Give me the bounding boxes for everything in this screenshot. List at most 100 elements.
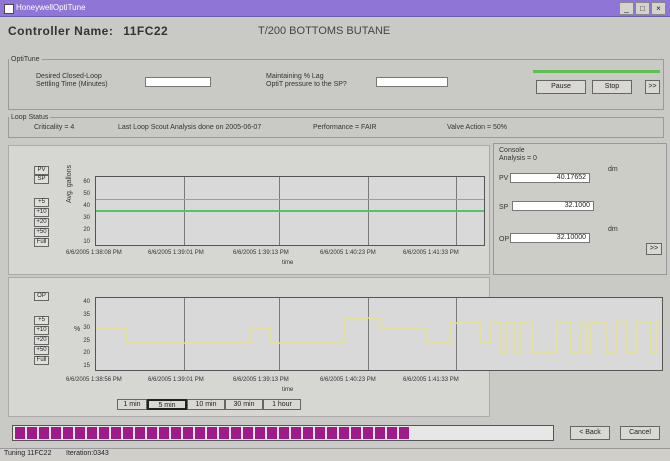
bottom-zoom-5[interactable]: +5 — [34, 316, 49, 325]
sp-toggle[interactable]: SP — [34, 175, 49, 184]
bottom-zoom-50[interactable]: +50 — [34, 346, 49, 355]
criticality-text: Criticality = 4 — [34, 124, 75, 131]
sp-trend-line — [96, 210, 484, 212]
bottom-x-tick: 6/6/2005 1:40:23 PM — [320, 377, 376, 383]
bottom-y-tick: 15 — [83, 363, 90, 369]
pause-button[interactable]: Pause — [536, 80, 586, 94]
window-title: HoneywellOptiTune — [16, 3, 86, 12]
progress-segment — [279, 427, 289, 439]
op-trend-line — [96, 317, 662, 354]
maximize-button[interactable]: □ — [635, 2, 650, 15]
top-zoom-10[interactable]: +10 — [34, 208, 49, 217]
controller-name: 11FC22 — [123, 24, 169, 38]
console-panel: Console Analysis = 0 PV 40.17652 dm SP 3… — [493, 143, 667, 275]
progress-segment — [231, 427, 241, 439]
op-toggle[interactable]: OP — [34, 292, 49, 301]
sp-label: SP — [499, 204, 509, 211]
progress-segment — [363, 427, 373, 439]
status-iteration: Iteration:0343 — [66, 450, 109, 457]
tuning-progress-bar — [12, 425, 554, 441]
progress-segment — [111, 427, 121, 439]
top-x-tick: 6/6/2005 1:40:23 PM — [320, 250, 376, 256]
title-bar: HoneywellOptiTune _ □ × — [0, 0, 670, 17]
bottom-zoom-20[interactable]: +20 — [34, 336, 49, 345]
progress-segment — [291, 427, 301, 439]
bottom-trend-plot — [95, 297, 663, 371]
close-button[interactable]: × — [651, 2, 666, 15]
progress-segment — [207, 427, 217, 439]
controller-description: T/200 BOTTOMS BUTANE — [258, 25, 391, 37]
optitune-more-button[interactable]: >> — [645, 80, 660, 94]
controller-label: Controller Name: — [8, 24, 114, 38]
top-x-tick: 6/6/2005 1:39:01 PM — [148, 250, 204, 256]
time-1min-button[interactable]: 1 min — [117, 399, 147, 410]
progress-segment — [27, 427, 37, 439]
optitune-legend: OptiTune — [11, 56, 40, 63]
status-bar: Tuning 11FC22 Iteration:0343 — [0, 448, 670, 461]
progress-segment — [339, 427, 349, 439]
cancel-button[interactable]: Cancel — [620, 426, 660, 440]
desired-label-1: Desired Closed-Loop — [36, 73, 102, 80]
top-zoom-5[interactable]: +5 — [34, 198, 49, 207]
top-x-tick: 6/6/2005 1:39:13 PM — [233, 250, 289, 256]
bottom-x-tick: 6/6/2005 1:41:33 PM — [403, 377, 459, 383]
last-scan-text: Last Loop Scout Analysis done on 2005-06… — [118, 124, 262, 131]
time-30min-button[interactable]: 30 min — [225, 399, 263, 410]
top-y-tick: 50 — [83, 191, 90, 197]
op-value: 32.10000 — [510, 233, 590, 243]
progress-segment — [123, 427, 133, 439]
progress-segment — [267, 427, 277, 439]
progress-segment — [351, 427, 361, 439]
bottom-x-tick: 6/6/2005 1:38:56 PM — [66, 377, 122, 383]
maintain-label-1: Maintaining % Lag — [266, 73, 324, 80]
top-x-tick: 6/6/2005 1:41:33 PM — [403, 250, 459, 256]
top-zoom-full[interactable]: Full — [34, 238, 49, 247]
console-more-button[interactable]: >> — [646, 243, 662, 255]
bottom-zoom-full[interactable]: Full — [34, 356, 49, 365]
progress-segment — [315, 427, 325, 439]
progress-segment — [135, 427, 145, 439]
top-zoom-20[interactable]: +20 — [34, 218, 49, 227]
op-label: OP — [499, 236, 510, 243]
minimize-button[interactable]: _ — [619, 2, 634, 15]
progress-segment — [195, 427, 205, 439]
pv-toggle[interactable]: PV — [34, 166, 49, 175]
progress-segment — [243, 427, 253, 439]
progress-segment — [147, 427, 157, 439]
console-subtitle: Analysis = 0 — [499, 155, 537, 162]
progress-segment — [387, 427, 397, 439]
top-y-tick: 60 — [83, 179, 90, 185]
settling-time-input[interactable] — [145, 77, 211, 87]
progress-segment — [219, 427, 229, 439]
bottom-x-tick: 6/6/2005 1:39:01 PM — [148, 377, 204, 383]
progress-segment — [327, 427, 337, 439]
time-5min-button[interactable]: 5 min — [147, 399, 187, 410]
top-y-axis-label: Avg. gallons — [66, 164, 73, 203]
top-y-tick: 40 — [83, 203, 90, 209]
bottom-x-axis-label: time — [282, 387, 294, 393]
stop-button[interactable]: Stop — [592, 80, 632, 94]
time-1hour-button[interactable]: 1 hour — [263, 399, 301, 410]
bottom-y-tick: 40 — [83, 299, 90, 305]
desired-label-2: Settling Time (Minutes) — [36, 81, 108, 88]
progress-segment — [159, 427, 169, 439]
pv-trend-line — [96, 199, 484, 200]
bottom-x-tick: 6/6/2005 1:39:13 PM — [233, 377, 289, 383]
performance-text: Performance = FAIR — [313, 124, 377, 131]
time-10min-button[interactable]: 10 min — [187, 399, 225, 410]
top-x-axis-label: time — [282, 260, 294, 266]
sp-value-input[interactable]: 32.1000 — [512, 201, 594, 211]
progress-segment — [183, 427, 193, 439]
bottom-y-tick: 35 — [83, 312, 90, 318]
op-unit: dm — [608, 226, 618, 233]
maintain-lag-input[interactable] — [376, 77, 448, 87]
back-button[interactable]: < Back — [570, 426, 610, 440]
pv-unit: dm — [608, 166, 618, 173]
controller-heading: Controller Name: 11FC22 — [8, 24, 168, 38]
top-trend-plot — [95, 176, 485, 246]
top-x-tick: 6/6/2005 1:38:08 PM — [66, 250, 122, 256]
loop-status-legend: Loop Status — [11, 114, 49, 121]
top-zoom-50[interactable]: +50 — [34, 228, 49, 237]
bottom-zoom-10[interactable]: +10 — [34, 326, 49, 335]
progress-segment — [171, 427, 181, 439]
